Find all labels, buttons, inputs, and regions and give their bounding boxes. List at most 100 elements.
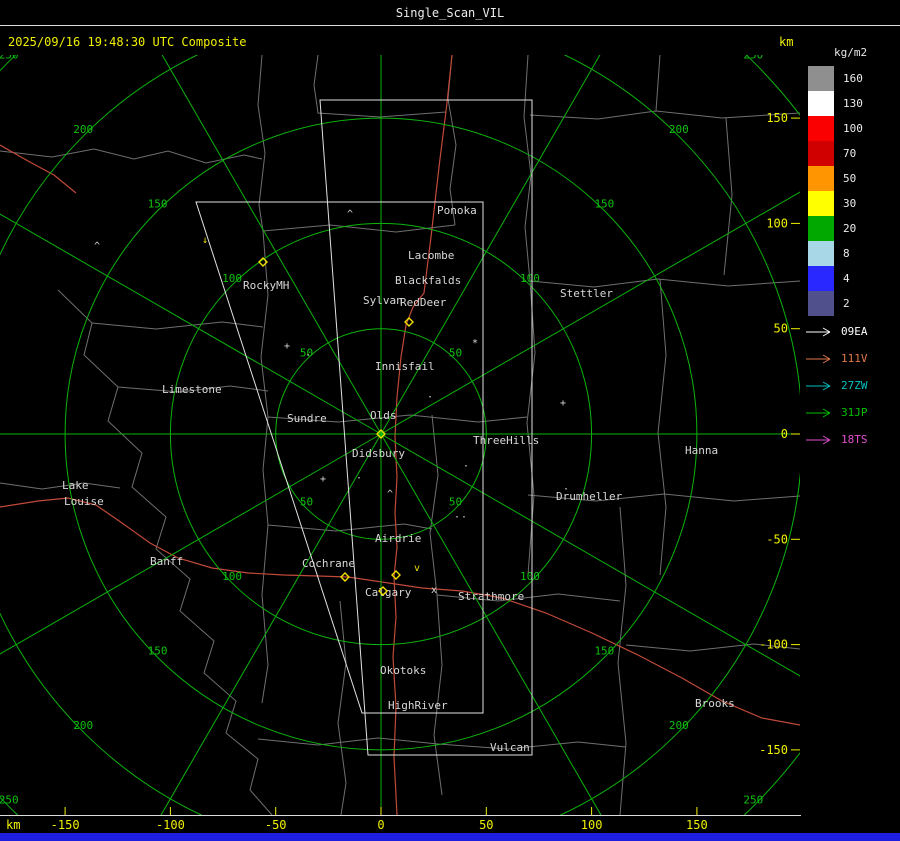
legend-panel: kg/m2 160 130 100 70 50 30 20 8 4 2 09EA 111V 27ZW 3… (800, 26, 900, 833)
legend-color-swatch (808, 291, 834, 316)
point-marker: ^ (94, 241, 100, 252)
right-axis-unit-label: km (779, 35, 794, 49)
ring-distance-label: 200 (669, 123, 689, 136)
legend-entry: 30 (808, 191, 863, 216)
legend-value: 100 (843, 122, 863, 135)
city-label: Ponoka (437, 204, 477, 217)
ring-distance-label: 150 (148, 644, 168, 657)
radar-site-row: 18TS (805, 426, 868, 453)
legend-color-swatch (808, 216, 834, 241)
radar-arrow-icon (806, 435, 831, 444)
radar-id-label: 18TS (841, 433, 868, 446)
point-marker: · (563, 484, 569, 495)
legend-units-label: kg/m2 (834, 46, 868, 59)
radar-site-row: 27ZW (805, 372, 868, 399)
radar-app-window: Single_Scan_VIL 2025/09/16 19:48:30 UTC … (0, 0, 900, 841)
legend-value: 160 (843, 72, 863, 85)
radar-site-list: 09EA 111V 27ZW 31JP 18TS (805, 318, 868, 453)
city-label: Limestone (162, 383, 222, 396)
city-label: Okotoks (380, 664, 426, 677)
ring-distance-label: 150 (594, 198, 614, 211)
legend-color-swatch (808, 66, 834, 91)
city-label: Cochrane (302, 557, 355, 570)
boundary-line (436, 493, 801, 816)
legend-value: 2 (843, 297, 850, 310)
legend-entry: 160 (808, 66, 863, 91)
azimuth-spoke (380, 433, 617, 841)
point-marker: ^ (347, 209, 353, 220)
legend-color-swatch (808, 166, 834, 191)
boundary-line (313, 54, 801, 282)
legend-entry: 70 (808, 141, 863, 166)
bottom-axis-unit-label: km (6, 818, 21, 832)
radar-arrow-icon (806, 381, 831, 390)
city-label: Didsbury (352, 447, 405, 460)
radar-map-canvas[interactable]: 50 50 50 50 100 100 100 100 150 150 150 150 200 200 20… (0, 0, 900, 841)
azimuth-spoke (145, 433, 382, 841)
bottom-status-bar (0, 833, 900, 841)
legend-value: 50 (843, 172, 857, 185)
ring-distance-label: 100 (222, 272, 242, 285)
city-label: Lake (62, 479, 89, 492)
city-label: Strathmore (458, 590, 524, 603)
legend-color-swatch (808, 141, 834, 166)
radar-arrow-icon (806, 408, 831, 417)
ring-distance-label: 50 (449, 495, 462, 508)
coverage-polygon (319, 99, 533, 756)
point-marker: v (414, 563, 420, 574)
legend-entry: 20 (808, 216, 863, 241)
radar-id-label: 111V (841, 352, 868, 365)
point-marker: + (320, 474, 326, 485)
map-markers: ^^↓+·*+·+ ··· ·^vx· (94, 209, 569, 596)
axis-label: 0 (781, 427, 788, 441)
radar-site-row: 31JP (805, 399, 868, 426)
axis-label: 50 (774, 322, 788, 336)
city-label: RedDeer (400, 296, 447, 309)
point-marker: · (356, 473, 362, 484)
legend-value: 20 (843, 222, 857, 235)
legend-entry: 50 (808, 166, 863, 191)
city-label: HighRiver (388, 699, 448, 712)
city-label: Lacombe (408, 249, 454, 262)
axis-label: -150 (759, 743, 788, 757)
radar-map[interactable]: 50 5050 50100 100100 100150 150150 150200 20020… (0, 0, 900, 841)
radar-id-label: 09EA (841, 325, 868, 338)
legend-value: 4 (843, 272, 850, 285)
legend-color-swatch (808, 116, 834, 141)
boundary-line (0, 148, 269, 490)
ring-distance-label: 200 (669, 719, 689, 732)
legend-value: 70 (843, 147, 857, 160)
city-label: Olds (370, 409, 397, 422)
point-marker: + (560, 398, 566, 409)
radar-coverage-outline (195, 99, 533, 756)
ring-distance-label: 250 (743, 55, 763, 62)
axis-label: 50 (479, 818, 494, 832)
city-label: Louise (64, 495, 104, 508)
axis-label: -50 (264, 818, 287, 832)
ring-distance-label: 200 (73, 123, 93, 136)
ring-distance-label: 250 (743, 793, 763, 806)
axis-label: -50 (766, 532, 788, 546)
radar-id-label: 31JP (841, 406, 868, 419)
point-marker: · (305, 350, 311, 361)
distance-axis-bottom: km -150 -100 -50 0 50 100 150 (0, 815, 801, 834)
point-marker: + (284, 341, 290, 352)
axis-label: 150 (766, 111, 788, 125)
legend-color-swatch (808, 266, 834, 291)
legend-value: 8 (843, 247, 850, 260)
boundary-line (57, 289, 273, 816)
point-marker: · (427, 392, 433, 403)
window-title: Single_Scan_VIL (395, 6, 505, 20)
legend-color-swatch (808, 91, 834, 116)
legend-entry: 8 (808, 241, 863, 266)
color-scale: 160 130 100 70 50 30 20 8 4 2 (808, 66, 863, 316)
point-marker: x (431, 585, 437, 596)
legend-entry: 130 (808, 91, 863, 116)
axis-label: 100 (766, 216, 788, 230)
ring-distance-label: 250 (0, 55, 19, 62)
azimuth-spoke (129, 0, 382, 435)
point-marker: ↓ (202, 235, 208, 246)
city-label: Sylvan (363, 294, 403, 307)
legend-value: 130 (843, 97, 863, 110)
radar-arrow-icon (806, 327, 831, 336)
